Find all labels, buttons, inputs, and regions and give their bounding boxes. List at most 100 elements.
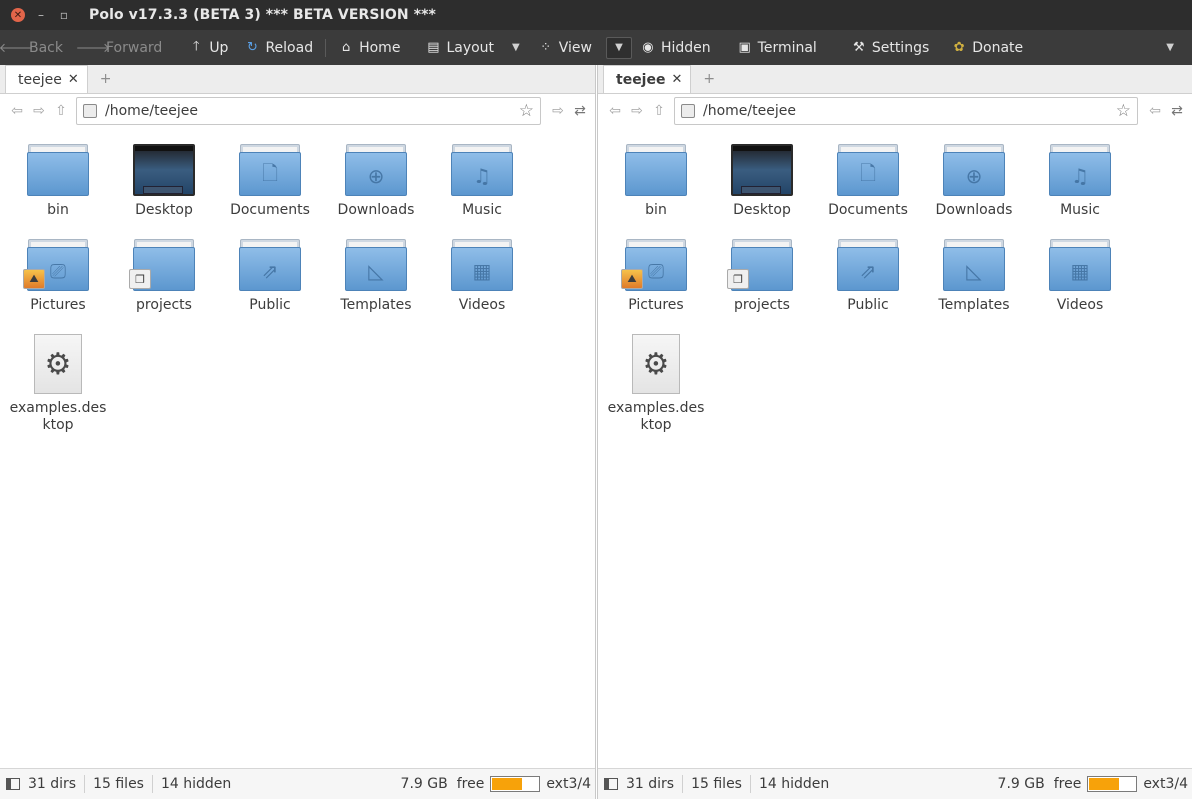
hidden-count: 14 hidden: [758, 776, 830, 792]
donate-button[interactable]: ✿ Donate: [943, 30, 1031, 65]
status-separator: [749, 775, 751, 793]
file-name: Templates: [340, 297, 412, 313]
close-tab-icon[interactable]: ✕: [68, 72, 79, 87]
drive-icon: [681, 104, 695, 118]
back-icon[interactable]: ⇦: [604, 100, 626, 122]
tab-home[interactable]: teejee ✕: [603, 65, 692, 93]
view-button[interactable]: ⁘ View: [530, 30, 600, 65]
add-tab-button[interactable]: +: [100, 65, 112, 93]
file-item[interactable]: ⇗ Public: [815, 239, 921, 314]
folder-folder-icon: [27, 144, 89, 196]
up-icon[interactable]: ⇧: [50, 100, 72, 122]
up-label: Up: [209, 39, 229, 56]
pictures-folder-icon: ⎚ ⛰: [23, 239, 89, 291]
file-item[interactable]: ♫ Music: [429, 144, 535, 219]
file-item[interactable]: ⊕ Downloads: [323, 144, 429, 219]
layout-dropdown-icon[interactable]: ▼: [502, 30, 530, 65]
tab-bar: teejee ✕ +: [598, 65, 1192, 94]
reload-button[interactable]: ↻ Reload: [236, 30, 321, 65]
file-item[interactable]: bin: [5, 144, 111, 219]
forward-icon[interactable]: ⇨: [28, 100, 50, 122]
file-item[interactable]: 🗋 Documents: [217, 144, 323, 219]
view-dropdown-icon[interactable]: ▼: [605, 36, 632, 59]
view-label: View: [558, 39, 592, 56]
disk-usage-bar: [490, 776, 541, 792]
file-item[interactable]: Desktop: [709, 144, 815, 219]
file-item[interactable]: ⚙ examples.des ktop: [603, 334, 709, 434]
settings-button[interactable]: ⚒ Settings: [843, 30, 937, 65]
file-name: Downloads: [935, 202, 1013, 218]
back-icon[interactable]: ⇦: [6, 100, 28, 122]
path-bar[interactable]: /home/teejee ☆: [76, 97, 541, 125]
terminal-label: Terminal: [757, 39, 817, 56]
file-item[interactable]: ▦ Videos: [429, 239, 535, 314]
file-item[interactable]: ◺ Templates: [921, 239, 1027, 314]
status-bar: 31 dirs 15 files 14 hidden 7.9 GB free e…: [0, 768, 595, 799]
donate-label: Donate: [972, 39, 1024, 56]
free-space-label: free: [456, 776, 485, 792]
maximize-window-button[interactable]: ▫: [57, 8, 71, 22]
layout-button[interactable]: ▤ Layout: [417, 30, 502, 65]
up-button[interactable]: 🡑 Up: [180, 30, 236, 65]
status-separator: [151, 775, 153, 793]
desktop-folder-icon: [133, 144, 195, 196]
sidebar-toggle-icon[interactable]: [604, 778, 618, 790]
arrow-left-icon: 🡐: [0, 40, 34, 56]
settings-file-icon: ⚙: [632, 334, 680, 394]
path-input[interactable]: /home/teejee: [703, 103, 1116, 119]
file-item[interactable]: ♫ Music: [1027, 144, 1133, 219]
bookmark-star-icon[interactable]: ☆: [519, 101, 534, 121]
file-name: Videos: [458, 297, 506, 313]
hidden-toggle-button[interactable]: ◉ Hidden: [638, 30, 719, 65]
swap-panes-icon[interactable]: ⇄: [1166, 100, 1188, 122]
desktop-folder-icon: [731, 144, 793, 196]
file-item[interactable]: ◺ Templates: [323, 239, 429, 314]
path-bar[interactable]: /home/teejee ☆: [674, 97, 1138, 125]
terminal-button[interactable]: ▣ Terminal: [729, 30, 825, 65]
minimize-window-button[interactable]: –: [34, 8, 48, 22]
sidebar-toggle-icon[interactable]: [6, 778, 20, 790]
disk-usage-fill: [492, 778, 522, 790]
tab-label: teejee: [616, 71, 666, 88]
file-item[interactable]: ▦ Videos: [1027, 239, 1133, 314]
file-grid: bin Desktop 🗋 Documents ⊕ Downloads ♫ Music ⎚ ⛰ Pi…: [598, 128, 1192, 770]
template-folder-icon: ◺: [943, 239, 1005, 291]
file-item[interactable]: ❐ projects: [709, 239, 815, 314]
file-item[interactable]: ⊕ Downloads: [921, 144, 1027, 219]
settings-label: Settings: [871, 39, 930, 56]
go-arrow-icon[interactable]: ⇨: [547, 100, 569, 122]
file-item[interactable]: ⎚ ⛰ Pictures: [603, 239, 709, 314]
menu-dropdown-icon[interactable]: ▼: [1156, 30, 1192, 65]
file-item[interactable]: Desktop: [111, 144, 217, 219]
forward-icon[interactable]: ⇨: [626, 100, 648, 122]
file-item[interactable]: ⚙ examples.des ktop: [5, 334, 111, 434]
forward-label: Forward: [106, 39, 163, 56]
close-tab-icon[interactable]: ✕: [671, 72, 682, 87]
folder-folder-icon: [625, 144, 687, 196]
home-button[interactable]: ⌂ Home: [330, 30, 408, 65]
share-folder-icon: ⇗: [837, 239, 899, 291]
tab-home[interactable]: teejee ✕: [5, 65, 88, 93]
window-title: Polo v17.3.3 (BETA 3) *** BETA VERSION *…: [89, 7, 436, 23]
file-item[interactable]: ⎚ ⛰ Pictures: [5, 239, 111, 314]
close-window-button[interactable]: ✕: [11, 8, 25, 22]
layout-icon: ▤: [427, 40, 440, 55]
path-input[interactable]: /home/teejee: [105, 103, 519, 119]
download-folder-icon: ⊕: [943, 144, 1005, 196]
reload-icon: ↻: [247, 40, 258, 55]
terminal-icon: ▣: [738, 40, 751, 55]
back-button[interactable]: 🡐 Back: [0, 30, 71, 65]
file-item[interactable]: bin: [603, 144, 709, 219]
file-item[interactable]: ❐ projects: [111, 239, 217, 314]
swap-panes-icon[interactable]: ⇄: [569, 100, 591, 122]
file-item[interactable]: 🗋 Documents: [815, 144, 921, 219]
add-tab-button[interactable]: +: [703, 65, 715, 93]
free-space-size: 7.9 GB: [997, 776, 1045, 792]
up-icon[interactable]: ⇧: [648, 100, 670, 122]
free-space-size: 7.9 GB: [400, 776, 448, 792]
bookmark-star-icon[interactable]: ☆: [1116, 101, 1131, 121]
reload-label: Reload: [265, 39, 314, 56]
file-item[interactable]: ⇗ Public: [217, 239, 323, 314]
go-arrow-icon[interactable]: ⇦: [1144, 100, 1166, 122]
forward-button[interactable]: 🡒 Forward: [76, 30, 170, 65]
